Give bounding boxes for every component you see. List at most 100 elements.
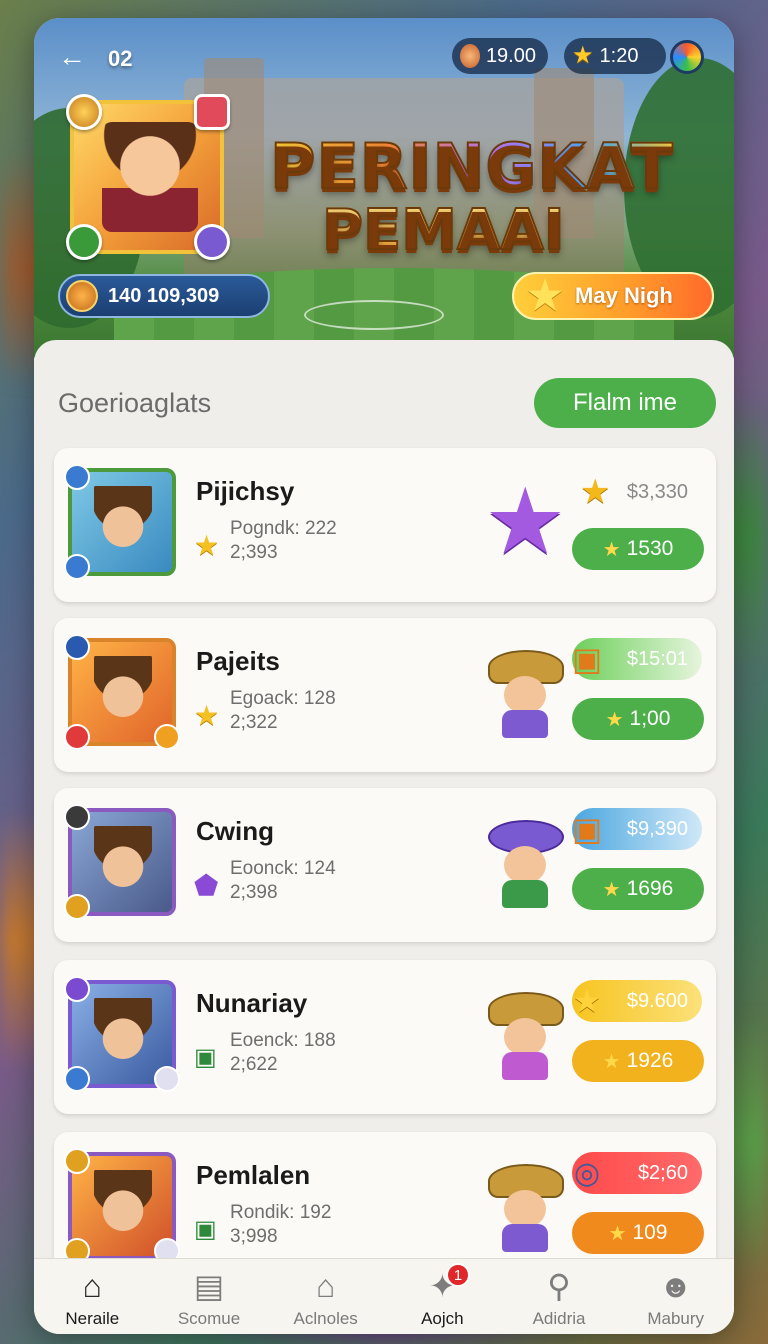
player-avatar — [64, 634, 180, 750]
leaderboard-row[interactable]: Cwing ⬟ Eoonck: 124 2;398 ▣ $9,390 ★ 169… — [54, 788, 716, 942]
player-score-pill: 140 109,309 — [58, 274, 270, 318]
star-icon: ★ — [608, 1222, 627, 1245]
field-center-circle — [304, 300, 444, 330]
explorer-character-icon — [484, 1158, 568, 1254]
notification-badge: 1 — [446, 1263, 471, 1287]
star-icon: ★ — [602, 878, 621, 901]
section-title: Goerioaglats — [58, 388, 212, 418]
points-badge[interactable]: ★ 1696 — [572, 868, 704, 910]
star-icon: ★ — [527, 274, 564, 318]
nav-label: Adidria — [532, 1309, 586, 1328]
night-mode-button[interactable]: ★ May Nigh — [512, 272, 714, 320]
emblem-icon — [64, 724, 90, 750]
player-portrait — [94, 826, 152, 900]
swirl-icon: ◎ — [573, 1156, 601, 1190]
top-bar: ← 02 19.00 ★ 1:20 — [34, 38, 734, 78]
nav-label: Neraile — [65, 1309, 120, 1328]
filter-button[interactable]: Flalm ime — [534, 378, 716, 428]
star-icon: ★ — [580, 473, 611, 511]
star-icon: ★ — [572, 42, 594, 69]
shield-icon — [154, 724, 180, 750]
player-avatar[interactable] — [66, 94, 230, 260]
reward-amount: ★ $3,330 — [580, 473, 688, 511]
reward-amount: ◎ $2;60 — [572, 1152, 702, 1194]
player-name: Cwing — [196, 816, 274, 846]
nav-label: Scomue — [177, 1309, 241, 1328]
player-stat: Eoenck: 188 — [230, 1030, 336, 1051]
page-title-line2: PEMAAI — [321, 197, 566, 264]
player-stat-secondary: 2;322 — [230, 712, 278, 733]
star-icon: ★ — [602, 1050, 621, 1073]
score-coin-icon — [66, 280, 98, 312]
page-title-line1: PERINGKAT — [269, 129, 674, 204]
star-icon: ★ — [572, 983, 602, 1019]
settings-orb-icon[interactable] — [670, 40, 704, 74]
stars-counter[interactable]: ★ 1:20 — [564, 38, 666, 74]
gear-icon — [154, 1066, 180, 1092]
emblem-icon — [64, 894, 90, 920]
emblem-icon — [64, 1066, 90, 1092]
chest-icon: ▣ — [571, 811, 603, 847]
points-badge[interactable]: ★ 1926 — [572, 1040, 704, 1082]
rank-badge-icon — [64, 1148, 90, 1174]
nav-label: Aclnoles — [293, 1309, 358, 1328]
stars-value: 1:20 — [599, 44, 639, 67]
search-icon: ⚲ — [547, 1268, 571, 1304]
nav-item-document[interactable]: ▤ Scomue — [151, 1259, 268, 1334]
header-banner: ← 02 19.00 ★ 1:20 PERINGKAT PEMAAI 140 1… — [34, 18, 734, 358]
star-icon: ★ — [194, 530, 220, 561]
explorer-character-icon — [484, 986, 568, 1082]
leaderboard-row[interactable]: Pijichsy ★ Pogndk: 222 2;393 ★ ★ $3,330 … — [54, 448, 716, 602]
chest-icon — [66, 224, 102, 260]
star-icon: ★ — [605, 708, 624, 731]
player-stat: Pogndk: 222 — [230, 518, 337, 539]
nav-item-user[interactable]: ☻ Mabury — [617, 1259, 734, 1334]
leaderboard-row[interactable]: Pajeits ★ Egoack: 128 2;322 ▣ $15:01 ★ 1… — [54, 618, 716, 772]
hero-portrait — [102, 122, 198, 232]
coins-counter[interactable]: 19.00 — [452, 38, 548, 74]
rank-badge-icon — [64, 804, 90, 830]
points-badge[interactable]: ★ 109 — [572, 1212, 704, 1254]
emblem-icon — [64, 554, 90, 580]
star-icon: ★ — [602, 538, 621, 561]
player-name: Pajeits — [196, 646, 280, 676]
star-creature-icon: ★ — [484, 471, 567, 573]
box-icon: ▣ — [194, 1044, 217, 1071]
player-name: Pemlalen — [196, 1160, 311, 1190]
heart-icon — [194, 94, 230, 130]
user-icon: ☻ — [658, 1268, 693, 1304]
reward-amount: ▣ $15:01 — [572, 638, 702, 680]
gem-icon: ⬟ — [194, 870, 219, 901]
rank-badge-icon — [64, 464, 90, 490]
document-icon: ▤ — [193, 1268, 225, 1304]
gem-icon — [194, 224, 230, 260]
leaderboard-row[interactable]: Nunariay ▣ Eoenck: 188 2;622 ★ $9.600 ★ … — [54, 960, 716, 1114]
player-avatar — [64, 1148, 180, 1264]
points-badge[interactable]: ★ 1530 — [572, 528, 704, 570]
emblem-icon — [66, 94, 102, 130]
app-window: ← 02 19.00 ★ 1:20 PERINGKAT PEMAAI 140 1… — [34, 18, 734, 1334]
points-badge[interactable]: ★ 1;00 — [572, 698, 704, 740]
bottom-nav: ⌂ Neraile ▤ Scomue ⌂ Aclnoles ✦ 1 Aojch … — [34, 1258, 734, 1334]
player-avatar — [64, 976, 180, 1092]
player-portrait — [94, 486, 152, 560]
player-name: Pijichsy — [196, 476, 295, 506]
player-score: 140 109,309 — [108, 284, 220, 307]
nav-item-search[interactable]: ⚲ Adidria — [501, 1259, 618, 1334]
player-avatar — [64, 804, 176, 920]
player-stat: Egoack: 128 — [230, 688, 336, 709]
nav-item-house[interactable]: ⌂ Aclnoles — [267, 1259, 384, 1334]
reward-amount: ★ $9.600 — [572, 980, 702, 1022]
star-icon: ★ — [194, 700, 220, 731]
nav-label: Aojch — [421, 1309, 464, 1328]
player-portrait — [94, 998, 152, 1072]
rank-badge-icon — [64, 976, 90, 1002]
leaderboard-panel: Goerioaglats Flalm ime Pijichsy ★ Pogndk… — [34, 340, 734, 1334]
chest-icon: ▣ — [571, 641, 603, 677]
player-name: Nunariay — [196, 988, 308, 1018]
coin-icon — [460, 44, 480, 68]
arrow-left-icon[interactable]: ← — [58, 42, 88, 72]
nav-item-badge[interactable]: ✦ 1 Aojch — [384, 1259, 501, 1334]
night-button-label: May Nigh — [575, 283, 673, 308]
nav-item-home[interactable]: ⌂ Neraile — [34, 1259, 151, 1334]
